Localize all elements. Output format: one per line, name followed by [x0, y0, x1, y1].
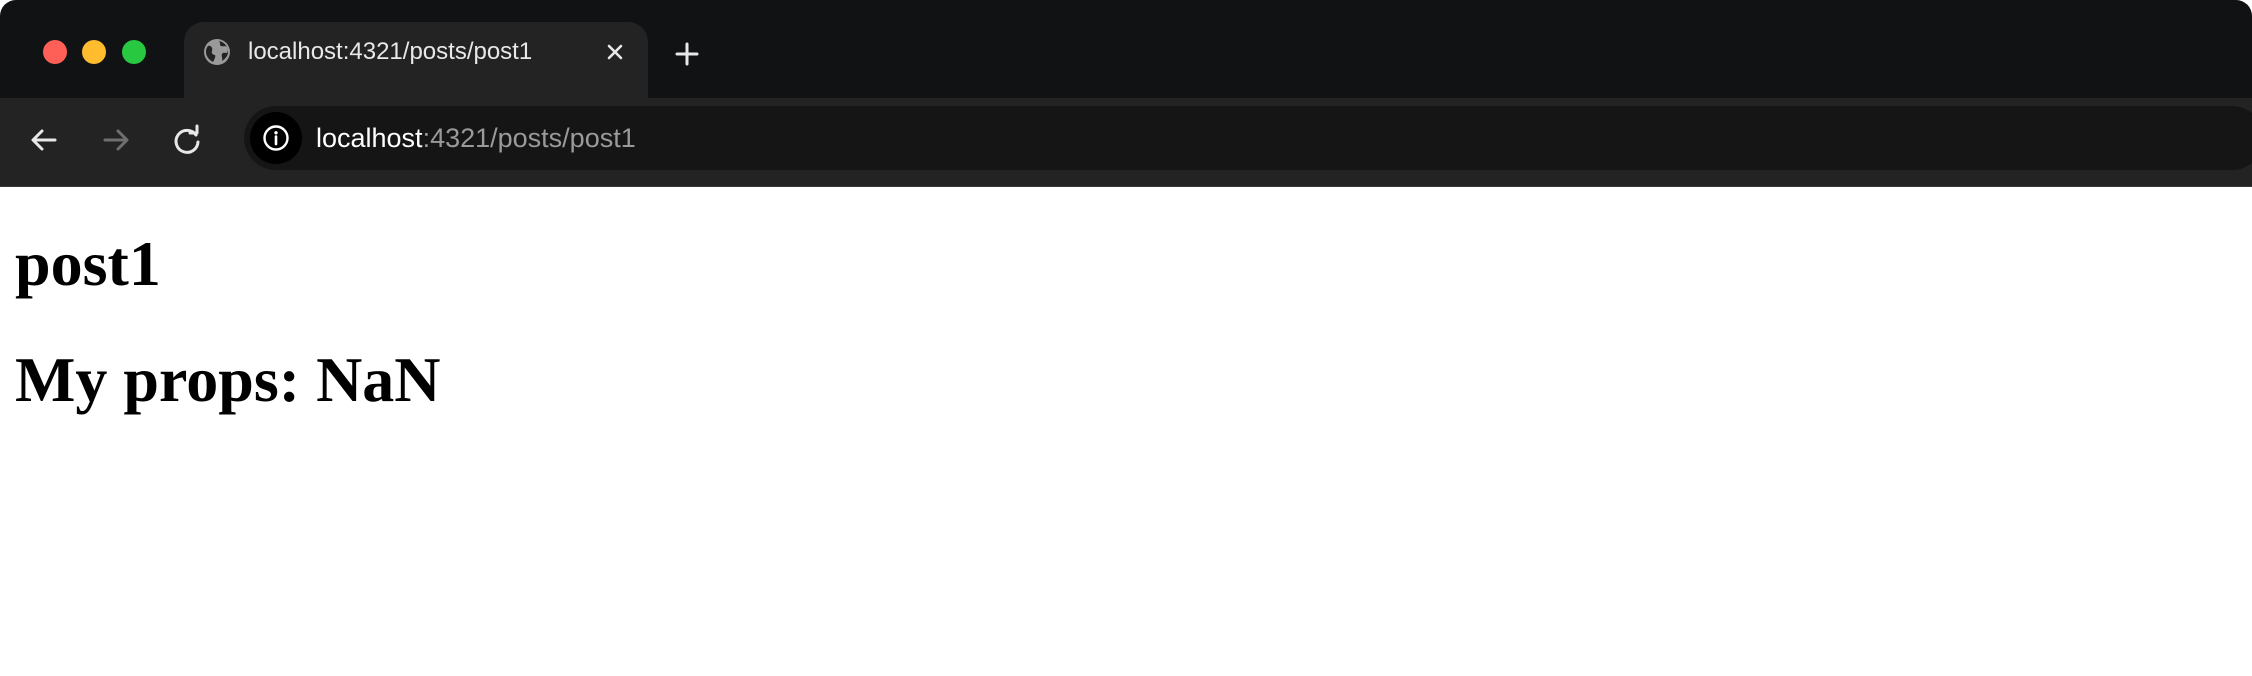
arrow-left-icon[interactable] [22, 118, 66, 162]
url-path: :4321/posts/post1 [422, 123, 636, 153]
url-text[interactable]: localhost:4321/posts/post1 [316, 120, 636, 156]
browser-window: localhost:4321/posts/post1 localhost:432… [0, 0, 2252, 676]
window-maximize-button[interactable] [122, 40, 146, 64]
window-minimize-button[interactable] [82, 40, 106, 64]
tab-title: localhost:4321/posts/post1 [248, 38, 533, 65]
reload-icon[interactable] [165, 118, 209, 162]
arrow-right-icon[interactable] [94, 118, 138, 162]
info-icon[interactable] [250, 112, 302, 164]
close-icon[interactable] [601, 38, 629, 66]
page-title: post1 [15, 228, 161, 299]
url-host: localhost [316, 123, 423, 153]
window-close-button[interactable] [43, 40, 67, 64]
browser-tab[interactable]: localhost:4321/posts/post1 [184, 22, 648, 98]
address-bar[interactable]: localhost:4321/posts/post1 [244, 106, 2252, 170]
page-content: post1 My props: NaN [0, 187, 2252, 676]
globe-icon [202, 37, 232, 67]
browser-toolbar: localhost:4321/posts/post1 [0, 98, 2252, 187]
plus-icon[interactable] [667, 34, 707, 74]
props-heading: My props: NaN [15, 344, 441, 415]
tab-strip: localhost:4321/posts/post1 [0, 0, 2252, 98]
